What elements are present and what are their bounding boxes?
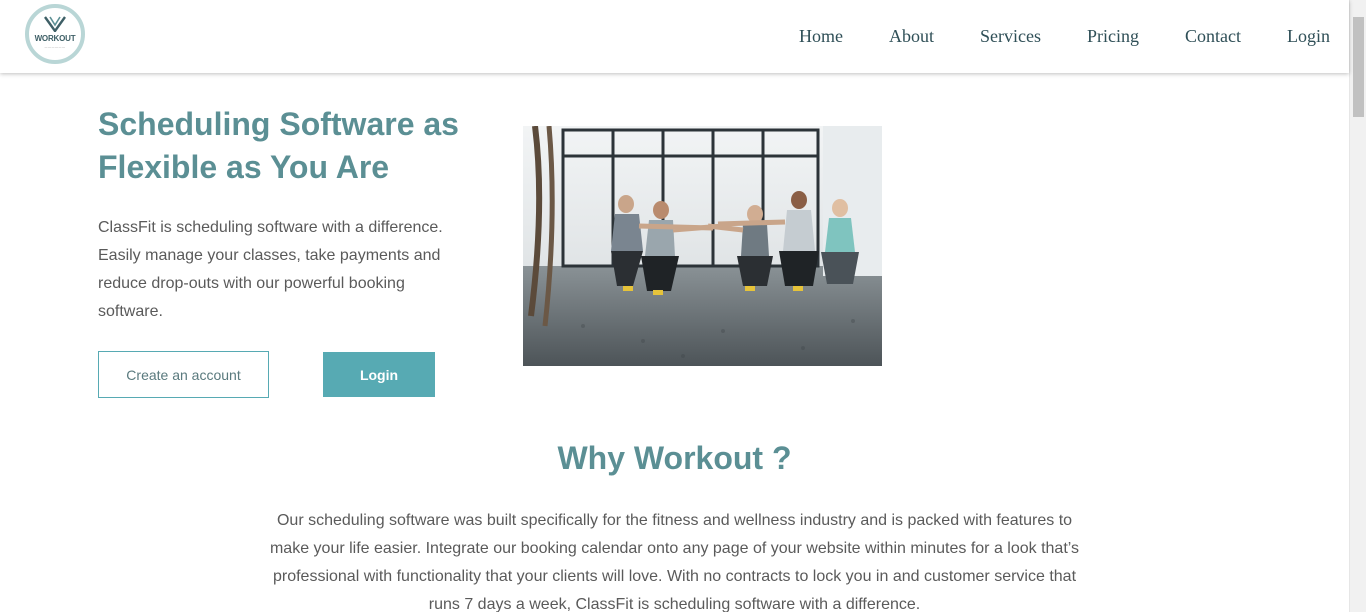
nav-services[interactable]: Services: [980, 24, 1041, 48]
nav-pricing[interactable]: Pricing: [1087, 24, 1139, 48]
page-scrollbar[interactable]: [1349, 0, 1366, 612]
nav-home[interactable]: Home: [799, 24, 843, 48]
logo-tagline-mark: ——————: [44, 45, 66, 49]
why-title: Why Workout ?: [557, 440, 792, 476]
why-text: Our scheduling software was built specif…: [269, 512, 1080, 612]
scrollbar-thumb[interactable]: [1353, 17, 1364, 117]
login-button[interactable]: Login: [323, 352, 435, 397]
hero-description: ClassFit is scheduling software with a d…: [98, 219, 443, 320]
create-account-button[interactable]: Create an account: [98, 351, 269, 398]
logo-text: WORKOUT: [34, 34, 76, 43]
navbar: WORKOUT —————— Home About Services Prici…: [0, 0, 1349, 73]
hero-image: [523, 126, 882, 366]
group-fitness-photo-icon: [523, 126, 882, 366]
logo[interactable]: WORKOUT ——————: [25, 4, 85, 64]
nav-links: Home About Services Pricing Contact Logi…: [753, 24, 1330, 48]
nav-login[interactable]: Login: [1287, 24, 1330, 48]
hero-title: Scheduling Software as Flexible as You A…: [98, 106, 459, 185]
nav-about[interactable]: About: [889, 24, 934, 48]
nav-contact[interactable]: Contact: [1185, 24, 1241, 48]
logo-v-icon: [44, 16, 66, 32]
